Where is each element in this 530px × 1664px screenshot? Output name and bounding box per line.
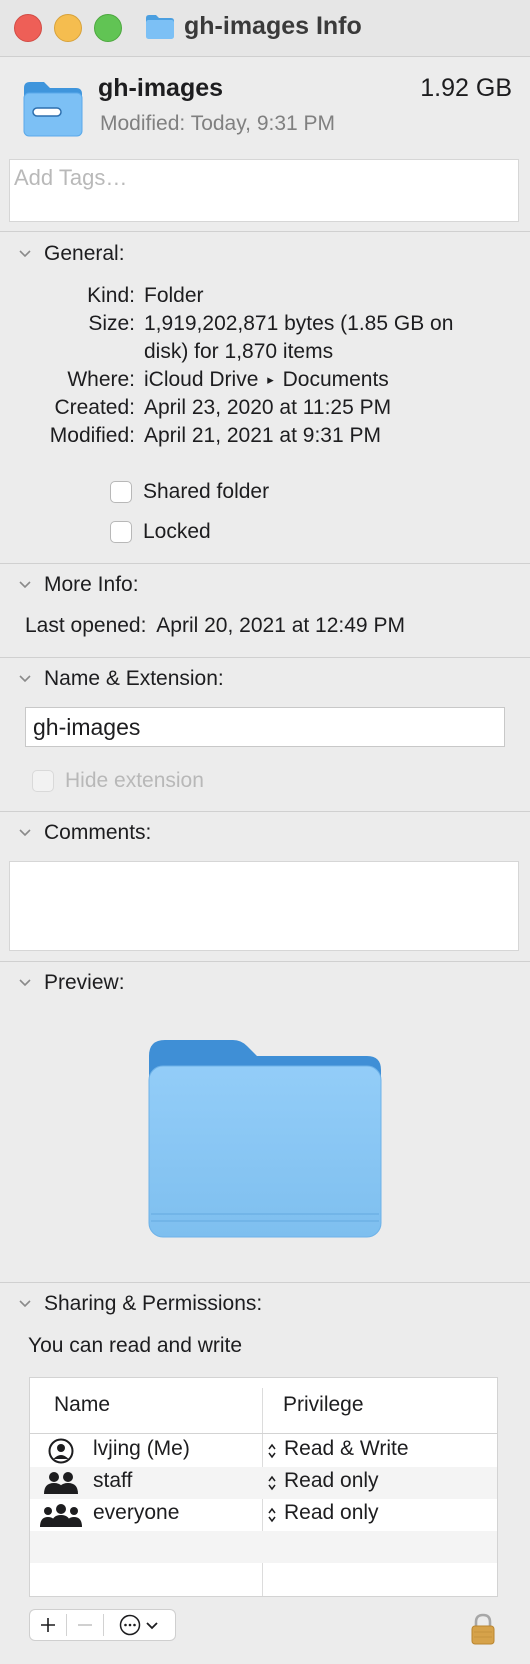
empty-row	[30, 1563, 497, 1595]
permissions-toolbar	[29, 1609, 176, 1641]
divider	[0, 811, 530, 812]
name-extension-section-title: Name & Extension:	[44, 667, 224, 690]
chevron-down-icon	[19, 829, 31, 837]
minimize-button[interactable]	[54, 14, 82, 42]
comments-textarea[interactable]	[9, 861, 519, 951]
locked-label: Locked	[143, 520, 211, 543]
shared-folder-label: Shared folder	[143, 480, 270, 503]
column-header-privilege[interactable]: Privilege	[283, 1393, 364, 1417]
sharing-section-header[interactable]: Sharing & Permissions:	[18, 1291, 262, 1317]
where-value: iCloud Drive ▸ Documents	[144, 368, 389, 392]
size-label: Size:	[88, 312, 135, 335]
comments-section-title: Comments:	[44, 821, 152, 844]
name-extension-section-header[interactable]: Name & Extension:	[18, 666, 224, 692]
column-header-name[interactable]: Name	[54, 1393, 110, 1417]
comments-section-header[interactable]: Comments:	[18, 820, 151, 846]
plus-icon	[40, 1618, 55, 1632]
chevron-down-icon	[19, 675, 31, 683]
divider	[0, 961, 530, 962]
add-user-button[interactable]	[30, 1610, 66, 1640]
header-modified-value: Today, 9:31 PM	[190, 112, 336, 135]
chevron-down-icon	[19, 979, 31, 987]
user-name: staff	[93, 1469, 133, 1492]
more-info-section-title: More Info:	[44, 573, 139, 596]
zoom-button[interactable]	[94, 14, 122, 42]
tags-input[interactable]	[9, 159, 519, 222]
user-name: lvjing (Me)	[93, 1437, 190, 1460]
path-arrow-icon: ▸	[267, 372, 274, 387]
locked-checkbox[interactable]: Locked	[110, 520, 211, 544]
modified-label: Modified:	[49, 424, 135, 447]
file-name: gh-images	[98, 74, 224, 102]
hide-extension-label: Hide extension	[65, 769, 204, 792]
preview-section-title: Preview:	[44, 971, 125, 994]
updown-chevron-icon[interactable]	[267, 1506, 277, 1524]
where-path-part: Documents	[282, 368, 389, 391]
lock-icon[interactable]	[470, 1613, 496, 1645]
close-button[interactable]	[14, 14, 42, 42]
minus-icon	[77, 1624, 92, 1626]
remove-user-button	[67, 1610, 103, 1640]
group-icon	[44, 1472, 78, 1494]
window-title: gh-images Info	[184, 12, 362, 40]
permissions-table: Name Privilege lvjing (Me) Read & Write …	[29, 1377, 498, 1597]
divider	[0, 231, 530, 232]
checkbox-box[interactable]	[110, 481, 132, 503]
shared-folder-checkbox[interactable]: Shared folder	[110, 480, 269, 504]
folder-icon	[148, 1040, 382, 1238]
folder-icon	[146, 15, 174, 39]
hide-extension-checkbox: Hide extension	[32, 769, 204, 793]
action-menu-button[interactable]	[104, 1610, 176, 1640]
updown-chevron-icon[interactable]	[267, 1474, 277, 1492]
kind-value: Folder	[144, 284, 204, 307]
last-opened-row: Last opened: April 20, 2021 at 12:49 PM	[25, 614, 405, 638]
kind-label: Kind:	[87, 284, 135, 307]
header-modified-label: Modified:	[100, 112, 186, 135]
folder-icon	[23, 82, 83, 137]
general-section-header[interactable]: General:	[18, 241, 125, 267]
everyone-icon	[40, 1504, 82, 1527]
modified-value: April 21, 2021 at 9:31 PM	[144, 424, 381, 447]
empty-row	[30, 1531, 497, 1563]
divider	[0, 1282, 530, 1283]
checkbox-box[interactable]	[110, 521, 132, 543]
header-separator	[30, 1433, 497, 1434]
title-bar: gh-images Info	[0, 0, 530, 57]
updown-chevron-icon[interactable]	[267, 1442, 277, 1460]
where-label: Where:	[67, 368, 135, 391]
sharing-section-title: Sharing & Permissions:	[44, 1292, 263, 1315]
chevron-down-icon	[146, 1622, 158, 1630]
general-section-title: General:	[44, 242, 125, 265]
where-path-part: iCloud Drive	[144, 368, 259, 391]
file-size: 1.92 GB	[420, 74, 512, 102]
chevron-down-icon	[19, 1300, 31, 1308]
divider	[0, 563, 530, 564]
chevron-down-icon	[19, 250, 31, 258]
name-input[interactable]	[25, 707, 505, 747]
table-row[interactable]: lvjing (Me) Read & Write	[30, 1435, 497, 1467]
preview-section-header[interactable]: Preview:	[18, 970, 125, 996]
divider	[0, 657, 530, 658]
table-row[interactable]: staff Read only	[30, 1467, 497, 1499]
user-privilege[interactable]: Read only	[284, 1501, 379, 1525]
table-row[interactable]: everyone Read only	[30, 1499, 497, 1531]
created-value: April 23, 2020 at 11:25 PM	[144, 396, 392, 419]
created-label: Created:	[54, 396, 135, 419]
ellipsis-circle-icon	[120, 1614, 141, 1636]
checkbox-box	[32, 770, 54, 792]
chevron-down-icon	[19, 581, 31, 589]
user-privilege[interactable]: Read only	[284, 1469, 379, 1493]
more-info-section-header[interactable]: More Info:	[18, 572, 139, 598]
last-opened-label: Last opened:	[25, 614, 147, 637]
size-value-line2: disk) for 1,870 items	[144, 340, 334, 363]
last-opened-value: April 20, 2021 at 12:49 PM	[156, 614, 405, 637]
user-privilege[interactable]: Read & Write	[284, 1437, 409, 1461]
user-icon	[48, 1438, 74, 1464]
header-modified: Modified: Today, 9:31 PM	[100, 112, 335, 136]
size-value-line1: 1,919,202,871 bytes (1.85 GB on	[144, 312, 454, 335]
user-name: everyone	[93, 1501, 180, 1524]
sharing-summary: You can read and write	[28, 1334, 243, 1357]
